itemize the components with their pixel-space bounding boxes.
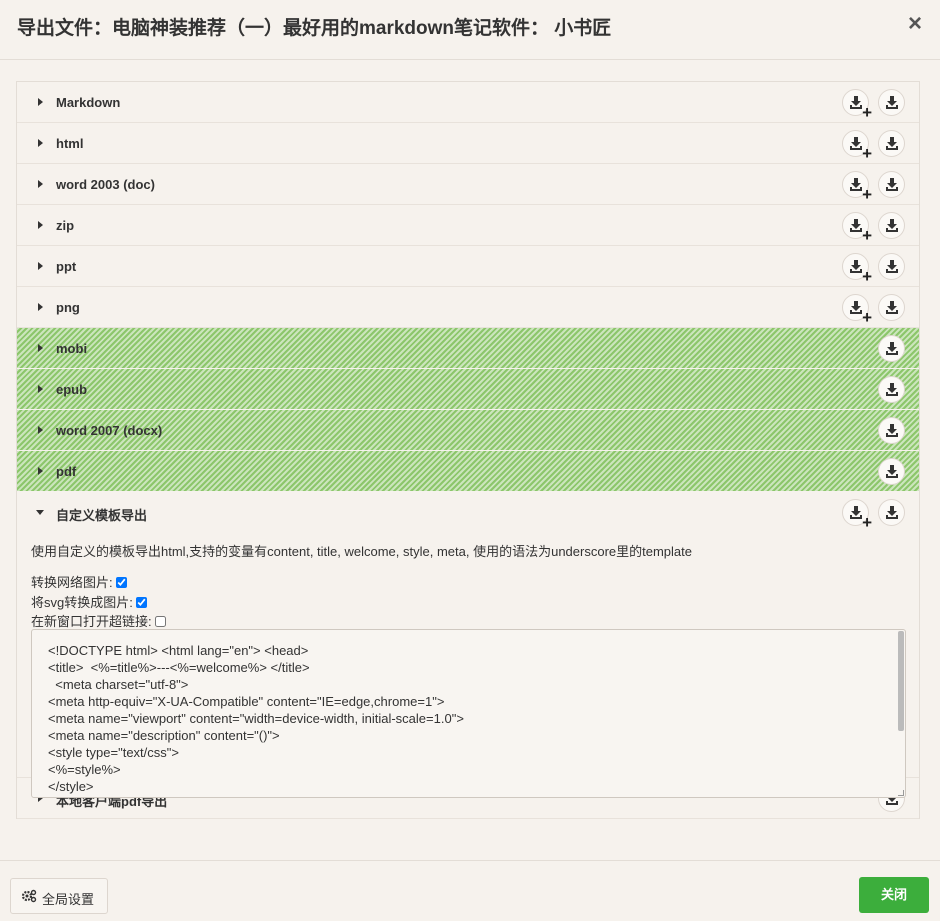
caret-right-icon bbox=[38, 467, 43, 475]
format-row[interactable]: word 2003 (doc) + bbox=[17, 164, 919, 205]
dialog-header: 导出文件：电脑神装推荐（一）最好用的markdown笔记软件： 小书匠 × bbox=[0, 0, 940, 60]
caret-right-icon bbox=[38, 221, 43, 229]
format-label: zip bbox=[56, 218, 75, 233]
format-label: Markdown bbox=[56, 95, 121, 110]
format-label: 自定义模板导出 bbox=[56, 508, 148, 523]
option-label: 在新窗口打开超链接: bbox=[31, 614, 152, 629]
custom-template-description: 使用自定义的模板导出html,支持的变量有content, title, wel… bbox=[31, 544, 692, 559]
format-row[interactable]: png + bbox=[17, 287, 919, 328]
template-code-textarea[interactable]: <!DOCTYPE html> <html lang="en"> <head> … bbox=[31, 629, 906, 798]
option-label: 将svg转换成图片: bbox=[31, 595, 133, 610]
template-code: <!DOCTYPE html> <html lang="en"> <head> … bbox=[48, 643, 464, 794]
scroll-thumb[interactable] bbox=[898, 631, 904, 731]
caret-right-icon bbox=[38, 426, 43, 434]
download-add-icon[interactable] bbox=[842, 294, 869, 321]
caret-right-icon bbox=[38, 303, 43, 311]
format-row[interactable]: zip + bbox=[17, 205, 919, 246]
caret-right-icon bbox=[38, 344, 43, 352]
open-links-new-window-checkbox[interactable] bbox=[154, 616, 166, 627]
format-label: word 2007 (docx) bbox=[56, 423, 163, 438]
option-convert-web-images: 转换网络图片: bbox=[31, 572, 127, 591]
format-row[interactable]: word 2007 (docx) bbox=[17, 410, 919, 451]
option-svg-to-image: 将svg转换成图片: bbox=[31, 592, 147, 611]
download-add-icon[interactable] bbox=[842, 499, 869, 526]
format-row[interactable]: mobi bbox=[17, 328, 919, 369]
format-row[interactable]: html + bbox=[17, 123, 919, 164]
download-icon[interactable] bbox=[878, 294, 905, 321]
caret-right-icon bbox=[38, 262, 43, 270]
format-label: html bbox=[56, 136, 84, 151]
dialog-title: 导出文件：电脑神装推荐（一）最好用的markdown笔记软件： 小书匠 bbox=[17, 18, 612, 39]
close-button[interactable]: 关闭 bbox=[859, 877, 929, 913]
format-row[interactable]: Markdown + bbox=[17, 82, 919, 123]
download-icon[interactable] bbox=[878, 458, 905, 485]
download-add-icon[interactable] bbox=[842, 89, 869, 116]
format-label: pdf bbox=[56, 464, 77, 479]
global-settings-button[interactable]: 全局设置 bbox=[10, 878, 108, 914]
format-label: word 2003 (doc) bbox=[56, 177, 155, 192]
download-icon[interactable] bbox=[878, 212, 905, 239]
caret-right-icon bbox=[38, 385, 43, 393]
format-label: ppt bbox=[56, 259, 77, 274]
download-icon[interactable] bbox=[878, 335, 905, 362]
scrollbar[interactable] bbox=[897, 631, 904, 796]
download-icon[interactable] bbox=[878, 499, 905, 526]
option-label: 转换网络图片: bbox=[31, 575, 113, 590]
gear-icon bbox=[21, 889, 37, 903]
close-icon[interactable]: × bbox=[908, 12, 922, 36]
download-icon[interactable] bbox=[878, 89, 905, 116]
caret-right-icon bbox=[38, 180, 43, 188]
svg-to-image-checkbox[interactable] bbox=[135, 597, 147, 608]
format-row[interactable]: pdf bbox=[17, 451, 919, 492]
download-add-icon[interactable] bbox=[842, 171, 869, 198]
dialog-footer: 全局设置 关闭 bbox=[0, 860, 940, 921]
resize-handle-icon[interactable] bbox=[898, 790, 904, 796]
download-icon[interactable] bbox=[878, 376, 905, 403]
format-label: mobi bbox=[56, 341, 88, 356]
format-label: epub bbox=[56, 382, 88, 397]
caret-right-icon bbox=[38, 98, 43, 106]
download-icon[interactable] bbox=[878, 130, 905, 157]
convert-web-images-checkbox[interactable] bbox=[115, 577, 127, 588]
caret-down-icon bbox=[36, 510, 44, 515]
option-open-links-new-window: 在新窗口打开超链接: bbox=[31, 611, 166, 630]
download-add-icon[interactable] bbox=[842, 253, 869, 280]
format-label: png bbox=[56, 300, 80, 315]
download-add-icon[interactable] bbox=[842, 130, 869, 157]
format-row[interactable]: ppt + bbox=[17, 246, 919, 287]
download-icon[interactable] bbox=[878, 253, 905, 280]
download-icon[interactable] bbox=[878, 171, 905, 198]
caret-right-icon bbox=[38, 139, 43, 147]
download-add-icon[interactable] bbox=[842, 212, 869, 239]
format-row[interactable]: epub bbox=[17, 369, 919, 410]
format-row-custom-template[interactable]: 自定义模板导出 + bbox=[17, 492, 919, 533]
download-icon[interactable] bbox=[878, 417, 905, 444]
global-settings-label: 全局设置 bbox=[42, 892, 95, 907]
